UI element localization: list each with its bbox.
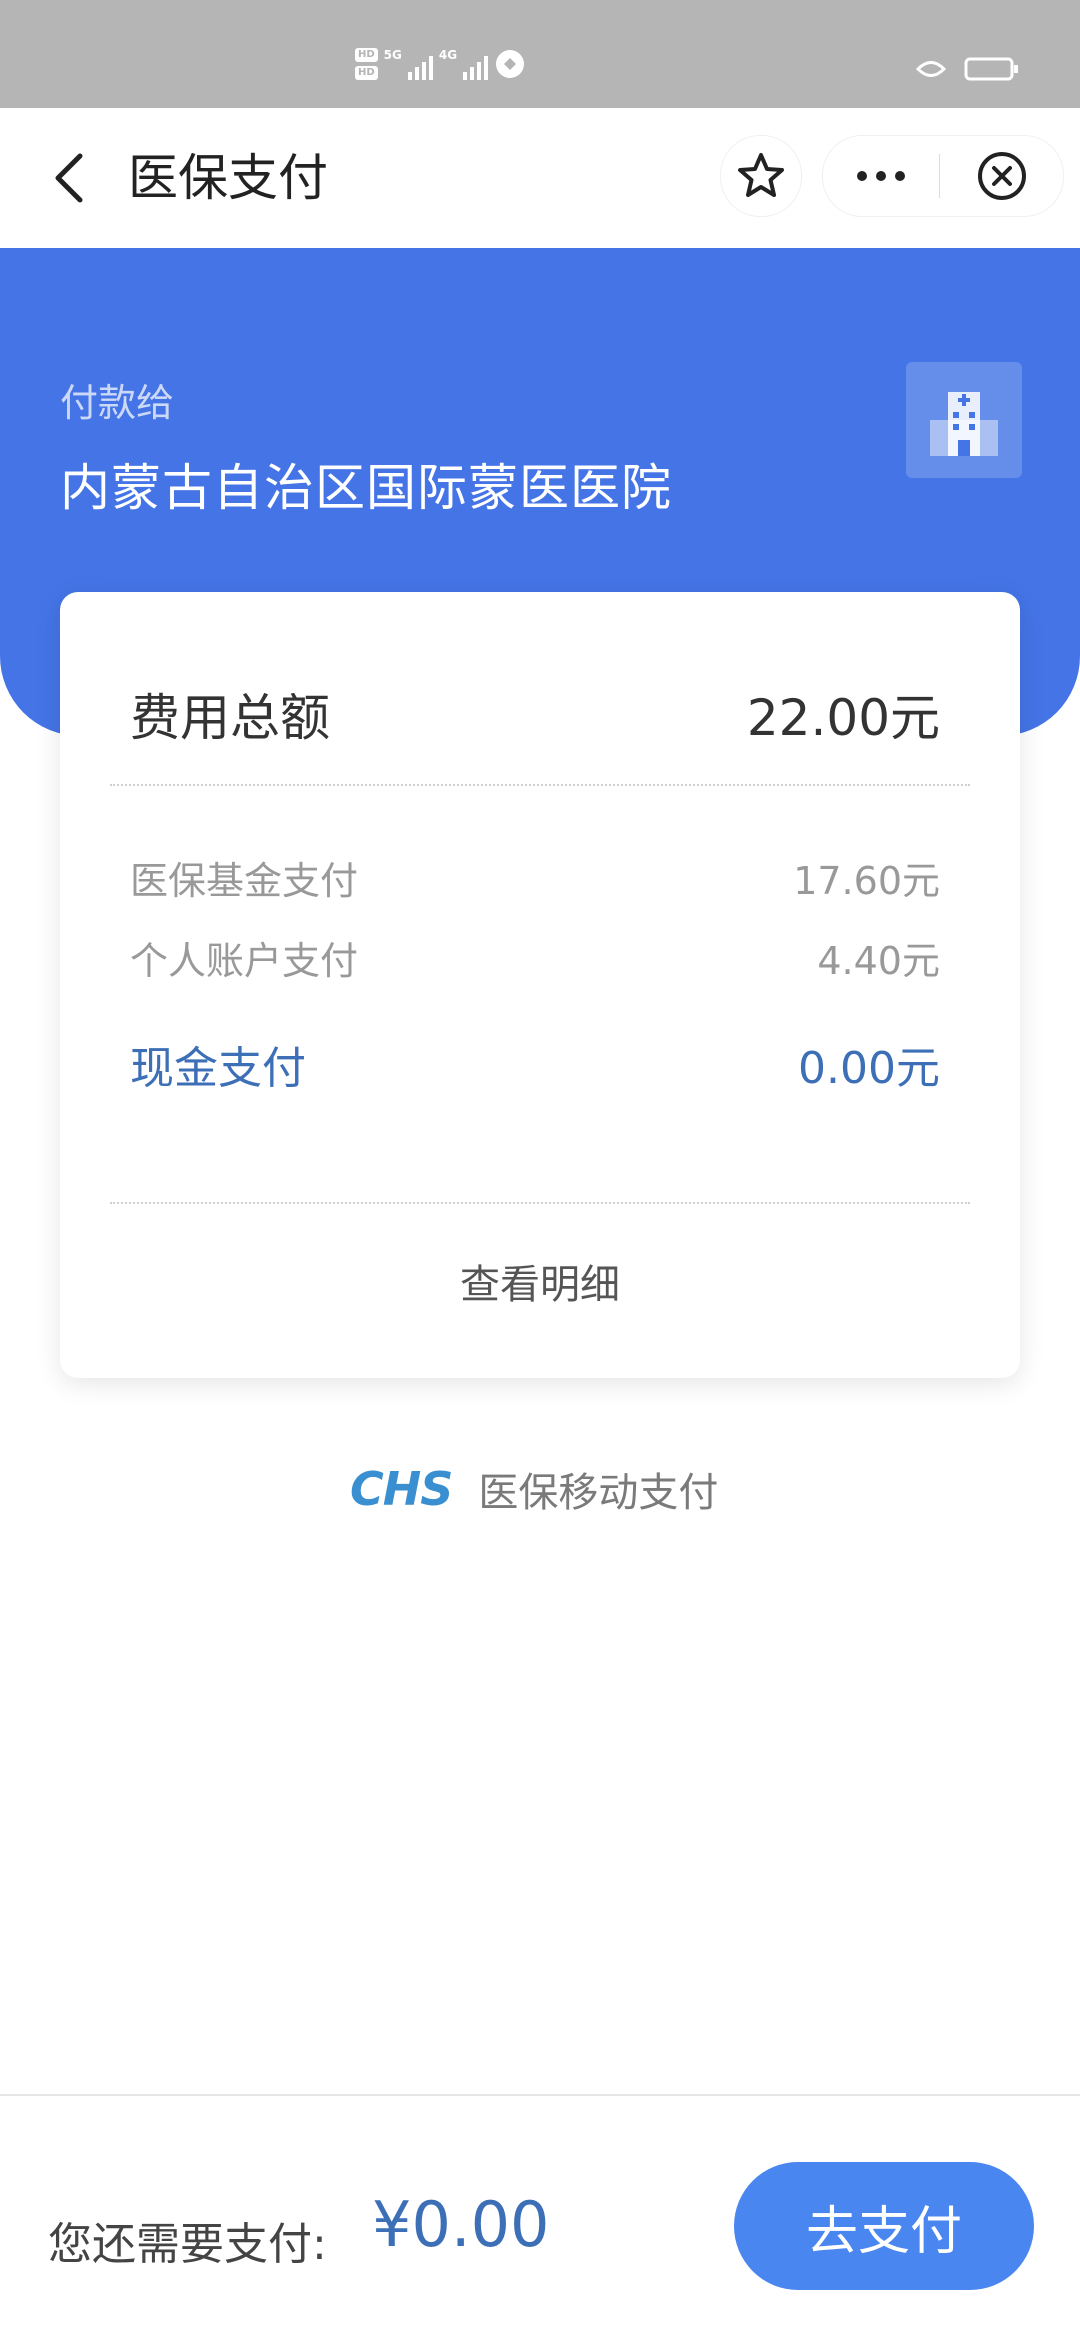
hospital-icon — [930, 392, 998, 456]
chs-brand: CHS 医保移动支付 — [350, 1460, 718, 1518]
total-row: 费用总额 22.00元 — [130, 678, 940, 750]
close-circle-icon — [977, 152, 1026, 200]
signal-indicators: HD HD 5G 4G — [355, 48, 526, 80]
hospital-icon-box — [906, 362, 1022, 478]
pay-to-label: 付款给 — [60, 381, 175, 425]
title-bar: 医保支付 — [0, 108, 1080, 248]
cash-payment-label: 现金支付 — [130, 1043, 306, 1094]
payment-summary-card: 费用总额 22.00元 医保基金支付 17.60元 个人账户支付 4.40元 现… — [60, 592, 1020, 1378]
more-dots-icon — [857, 171, 905, 181]
back-button[interactable] — [40, 148, 100, 208]
network-type-label: 4G — [438, 48, 458, 62]
divider — [110, 784, 970, 786]
chs-logo: CHS — [350, 1462, 453, 1516]
hd-badge: HD — [355, 66, 378, 80]
fund-payment-row: 医保基金支付 17.60元 — [130, 850, 940, 905]
fund-payment-value: 17.60元 — [793, 859, 940, 903]
hospital-name: 内蒙古自治区国际蒙医医院 — [60, 459, 672, 517]
remaining-amount: ¥0.00 — [372, 2188, 550, 2261]
cash-payment-row: 现金支付 0.00元 — [130, 1032, 940, 1096]
eye-icon — [916, 61, 946, 77]
back-arrow-icon — [55, 153, 83, 203]
pay-button[interactable]: 去支付 — [734, 2162, 1034, 2290]
close-button[interactable] — [940, 136, 1063, 216]
network-type-label: 5G — [383, 48, 402, 62]
hd-badges: HD HD — [355, 48, 378, 80]
signal-bars-icon — [463, 56, 489, 80]
hd-badge: HD — [355, 48, 378, 62]
personal-account-row: 个人账户支付 4.40元 — [130, 930, 940, 985]
brand-text: 医保移动支付 — [478, 1470, 719, 1516]
bottom-pay-bar: 您还需要支付: ¥0.00 去支付 — [0, 2094, 1080, 2346]
remaining-label: 您还需要支付: — [48, 2219, 327, 2270]
personal-account-label: 个人账户支付 — [130, 939, 359, 983]
total-value: 22.00元 — [746, 689, 940, 747]
personal-account-value: 4.40元 — [817, 939, 940, 983]
favorite-button[interactable] — [720, 135, 802, 217]
fund-payment-label: 医保基金支付 — [130, 859, 359, 903]
signal-bars-icon — [407, 56, 433, 80]
battery-icon — [964, 57, 1018, 81]
status-right-icons — [916, 56, 1020, 82]
mini-program-capsule — [822, 135, 1064, 217]
more-button[interactable] — [823, 136, 939, 216]
page-title: 医保支付 — [128, 149, 328, 207]
hotspot-icon — [496, 50, 525, 78]
divider — [110, 1202, 970, 1204]
view-details-link[interactable]: 查看明细 — [60, 1252, 1020, 1310]
cash-payment-value: 0.00元 — [798, 1043, 940, 1094]
total-label: 费用总额 — [130, 689, 330, 747]
star-icon — [738, 153, 784, 197]
status-bar: HD HD 5G 4G — [0, 0, 1080, 108]
